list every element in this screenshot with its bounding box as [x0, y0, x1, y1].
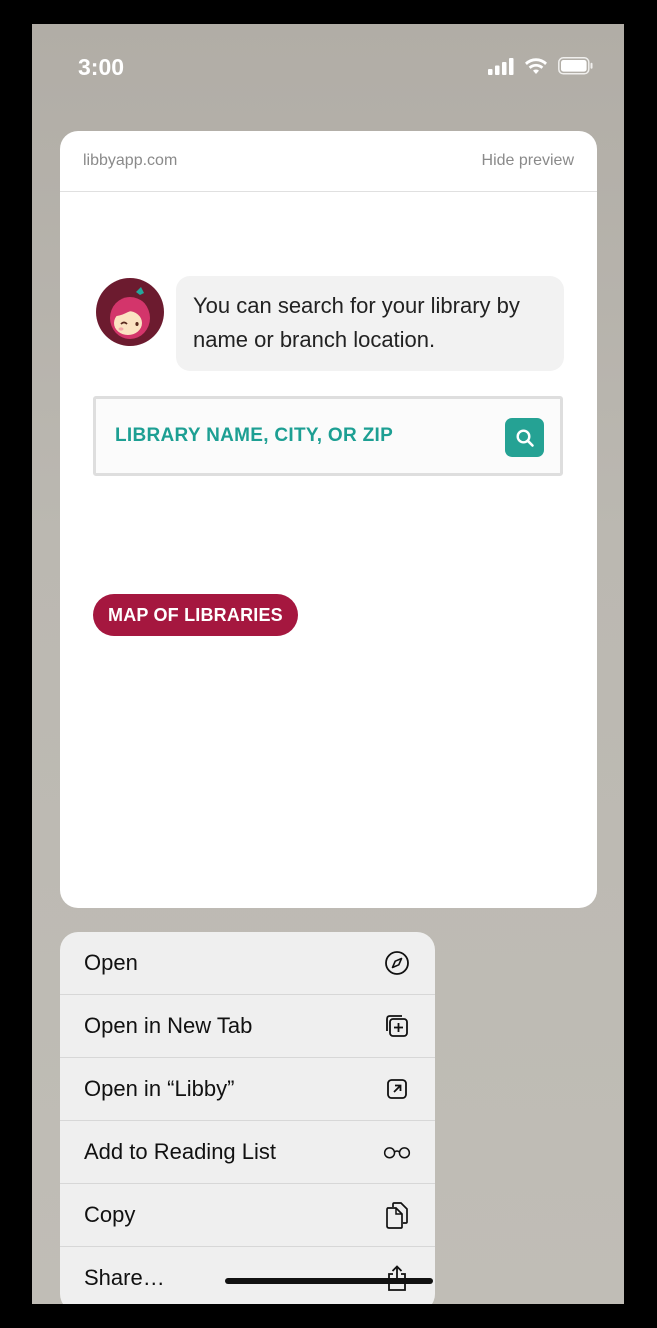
- signal-icon: [488, 58, 514, 75]
- search-icon: [515, 428, 534, 447]
- hide-preview-button[interactable]: Hide preview: [482, 152, 574, 170]
- wifi-icon: [525, 58, 547, 74]
- context-menu: Open Open in New Tab Open in “Libby” Add…: [60, 932, 435, 1304]
- preview-domain: libbyapp.com: [83, 152, 178, 169]
- phone-screen: 3:00 libbyapp.com Hide preview You can s…: [32, 24, 624, 1304]
- copy-icon: [383, 1201, 411, 1229]
- menu-item-open-in-libby[interactable]: Open in “Libby”: [60, 1058, 435, 1121]
- link-preview-card[interactable]: libbyapp.com Hide preview You can search…: [60, 131, 597, 908]
- menu-item-share[interactable]: Share…: [60, 1247, 435, 1304]
- menu-item-label: Open in “Libby”: [84, 1076, 235, 1101]
- menu-item-open[interactable]: Open: [60, 932, 435, 995]
- search-button[interactable]: [505, 418, 544, 457]
- menu-item-label: Copy: [84, 1202, 136, 1227]
- battery-icon: [558, 57, 593, 75]
- preview-header: libbyapp.com Hide preview: [60, 131, 597, 192]
- message-bubble: You can search for your library by name …: [176, 276, 564, 371]
- menu-item-copy[interactable]: Copy: [60, 1184, 435, 1247]
- status-icons: [488, 57, 594, 75]
- menu-item-label: Share…: [84, 1265, 165, 1290]
- status-time: 3:00: [78, 54, 125, 80]
- menu-item-label: Add to Reading List: [84, 1139, 277, 1164]
- home-indicator[interactable]: [225, 1278, 433, 1284]
- menu-item-label: Open in New Tab: [84, 1013, 253, 1038]
- map-of-libraries-button[interactable]: MAP OF LIBRARIES: [93, 594, 298, 636]
- library-search-input[interactable]: LIBRARY NAME, CITY, OR ZIP: [93, 396, 563, 476]
- menu-item-label: Open: [84, 950, 138, 975]
- new-tab-icon: [383, 1012, 411, 1040]
- compass-icon: [383, 949, 411, 977]
- menu-item-open-new-tab[interactable]: Open in New Tab: [60, 995, 435, 1058]
- libby-avatar: [96, 278, 164, 346]
- open-app-icon: [383, 1075, 411, 1103]
- glasses-icon: [383, 1138, 411, 1166]
- menu-item-add-reading-list[interactable]: Add to Reading List: [60, 1121, 435, 1184]
- search-placeholder: LIBRARY NAME, CITY, OR ZIP: [115, 425, 394, 446]
